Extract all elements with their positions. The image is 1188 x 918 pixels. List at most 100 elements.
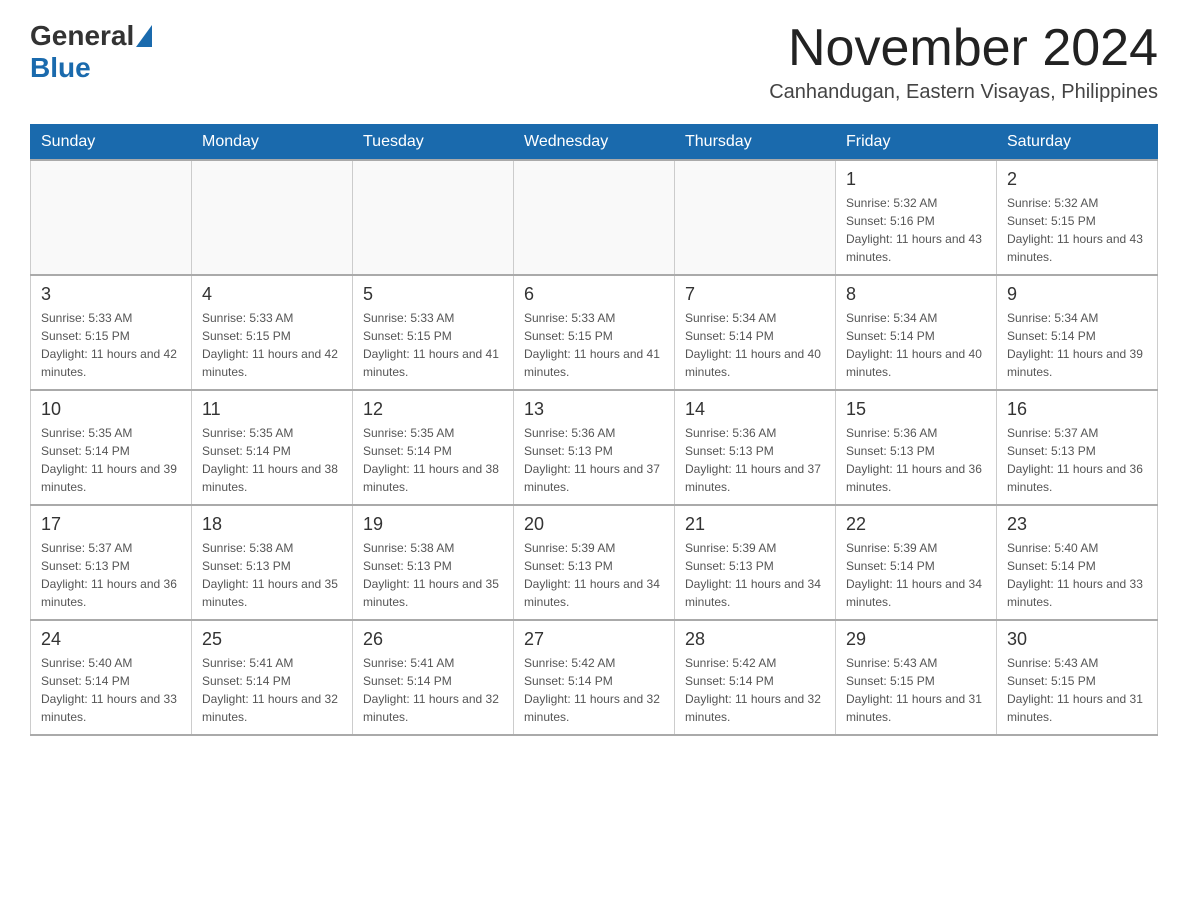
calendar-cell: 21 Sunrise: 5:39 AMSunset: 5:13 PMDayligh…	[675, 505, 836, 620]
calendar-cell	[675, 160, 836, 275]
calendar-cell: 29 Sunrise: 5:43 AMSunset: 5:15 PMDayligh…	[836, 620, 997, 735]
calendar-cell: 25Sunrise: 5:41 AMSunset: 5:14 PMDayligh…	[192, 620, 353, 735]
day-number: 22	[846, 514, 986, 535]
day-number: 13	[524, 399, 664, 420]
logo: General Blue	[30, 20, 154, 84]
calendar-cell: 17 Sunrise: 5:37 AMSunset: 5:13 PMDayligh…	[31, 505, 192, 620]
calendar-cell: 13 Sunrise: 5:36 AMSunset: 5:13 PMDayligh…	[514, 390, 675, 505]
day-number: 21	[685, 514, 825, 535]
day-info: Sunrise: 5:39 AMSunset: 5:13 PMDaylight:…	[685, 539, 825, 611]
calendar-week-row: 1 Sunrise: 5:32 AMSunset: 5:16 PMDaylight…	[31, 160, 1158, 275]
day-info: Sunrise: 5:38 AMSunset: 5:13 PMDaylight:…	[363, 539, 503, 611]
calendar-cell: 15Sunrise: 5:36 AMSunset: 5:13 PMDayligh…	[836, 390, 997, 505]
day-info: Sunrise: 5:34 AMSunset: 5:14 PMDaylight:…	[685, 309, 825, 381]
calendar-week-row: 24 Sunrise: 5:40 AMSunset: 5:14 PMDayligh…	[31, 620, 1158, 735]
calendar-cell: 14 Sunrise: 5:36 AMSunset: 5:13 PMDayligh…	[675, 390, 836, 505]
logo-blue-text: Blue	[30, 52, 91, 84]
day-info: Sunrise: 5:36 AMSunset: 5:13 PMDaylight:…	[685, 424, 825, 496]
day-info: Sunrise: 5:33 AMSunset: 5:15 PMDaylight:…	[41, 309, 181, 381]
day-info: Sunrise: 5:38 AMSunset: 5:13 PMDaylight:…	[202, 539, 342, 611]
day-number: 17	[41, 514, 181, 535]
calendar-cell	[353, 160, 514, 275]
calendar-header-wednesday: Wednesday	[514, 125, 675, 161]
calendar-table: SundayMondayTuesdayWednesdayThursdayFrid…	[30, 124, 1158, 736]
day-number: 3	[41, 284, 181, 305]
calendar-header-monday: Monday	[192, 125, 353, 161]
day-number: 20	[524, 514, 664, 535]
calendar-cell: 9 Sunrise: 5:34 AMSunset: 5:14 PMDaylight…	[997, 275, 1158, 390]
calendar-cell: 20 Sunrise: 5:39 AMSunset: 5:13 PMDayligh…	[514, 505, 675, 620]
day-info: Sunrise: 5:35 AMSunset: 5:14 PMDaylight:…	[41, 424, 181, 496]
day-info: Sunrise: 5:36 AMSunset: 5:13 PMDaylight:…	[524, 424, 664, 496]
calendar-cell: 18 Sunrise: 5:38 AMSunset: 5:13 PMDayligh…	[192, 505, 353, 620]
day-number: 27	[524, 629, 664, 650]
day-number: 7	[685, 284, 825, 305]
day-number: 16	[1007, 399, 1147, 420]
day-number: 24	[41, 629, 181, 650]
calendar-week-row: 3 Sunrise: 5:33 AMSunset: 5:15 PMDaylight…	[31, 275, 1158, 390]
calendar-header-row: SundayMondayTuesdayWednesdayThursdayFrid…	[31, 125, 1158, 161]
day-number: 29	[846, 629, 986, 650]
logo-general-text: General	[30, 20, 134, 52]
month-title: November 2024	[769, 20, 1158, 77]
day-info: Sunrise: 5:34 AMSunset: 5:14 PMDaylight:…	[846, 309, 986, 381]
calendar-header-saturday: Saturday	[997, 125, 1158, 161]
day-info: Sunrise: 5:35 AMSunset: 5:14 PMDaylight:…	[202, 424, 342, 496]
calendar-cell: 27Sunrise: 5:42 AMSunset: 5:14 PMDayligh…	[514, 620, 675, 735]
day-info: Sunrise: 5:37 AMSunset: 5:13 PMDaylight:…	[1007, 424, 1147, 496]
day-info: Sunrise: 5:33 AMSunset: 5:15 PMDaylight:…	[202, 309, 342, 381]
day-number: 8	[846, 284, 986, 305]
calendar-cell: 23Sunrise: 5:40 AMSunset: 5:14 PMDayligh…	[997, 505, 1158, 620]
calendar-cell: 8 Sunrise: 5:34 AMSunset: 5:14 PMDaylight…	[836, 275, 997, 390]
day-info: Sunrise: 5:42 AMSunset: 5:14 PMDaylight:…	[685, 654, 825, 726]
calendar-cell: 10Sunrise: 5:35 AMSunset: 5:14 PMDayligh…	[31, 390, 192, 505]
logo-triangle-icon	[136, 25, 152, 47]
calendar-cell: 2Sunrise: 5:32 AMSunset: 5:15 PMDaylight…	[997, 160, 1158, 275]
calendar-cell: 30Sunrise: 5:43 AMSunset: 5:15 PMDayligh…	[997, 620, 1158, 735]
calendar-cell: 11 Sunrise: 5:35 AMSunset: 5:14 PMDayligh…	[192, 390, 353, 505]
day-number: 15	[846, 399, 986, 420]
day-info: Sunrise: 5:32 AMSunset: 5:16 PMDaylight:…	[846, 194, 986, 266]
day-number: 12	[363, 399, 503, 420]
calendar-cell: 28Sunrise: 5:42 AMSunset: 5:14 PMDayligh…	[675, 620, 836, 735]
day-number: 1	[846, 169, 986, 190]
day-info: Sunrise: 5:39 AMSunset: 5:13 PMDaylight:…	[524, 539, 664, 611]
calendar-cell: 7 Sunrise: 5:34 AMSunset: 5:14 PMDaylight…	[675, 275, 836, 390]
day-info: Sunrise: 5:33 AMSunset: 5:15 PMDaylight:…	[524, 309, 664, 381]
day-info: Sunrise: 5:41 AMSunset: 5:14 PMDaylight:…	[202, 654, 342, 726]
day-info: Sunrise: 5:37 AMSunset: 5:13 PMDaylight:…	[41, 539, 181, 611]
calendar-header-sunday: Sunday	[31, 125, 192, 161]
day-number: 26	[363, 629, 503, 650]
day-number: 9	[1007, 284, 1147, 305]
calendar-header-thursday: Thursday	[675, 125, 836, 161]
day-info: Sunrise: 5:41 AMSunset: 5:14 PMDaylight:…	[363, 654, 503, 726]
day-info: Sunrise: 5:43 AMSunset: 5:15 PMDaylight:…	[846, 654, 986, 726]
title-area: November 2024 Canhandugan, Eastern Visay…	[769, 20, 1158, 104]
calendar-cell: 1 Sunrise: 5:32 AMSunset: 5:16 PMDaylight…	[836, 160, 997, 275]
day-number: 19	[363, 514, 503, 535]
day-info: Sunrise: 5:43 AMSunset: 5:15 PMDaylight:…	[1007, 654, 1147, 726]
calendar-cell: 12Sunrise: 5:35 AMSunset: 5:14 PMDayligh…	[353, 390, 514, 505]
day-number: 14	[685, 399, 825, 420]
day-info: Sunrise: 5:33 AMSunset: 5:15 PMDaylight:…	[363, 309, 503, 381]
calendar-cell: 22 Sunrise: 5:39 AMSunset: 5:14 PMDayligh…	[836, 505, 997, 620]
day-number: 11	[202, 399, 342, 420]
day-info: Sunrise: 5:40 AMSunset: 5:14 PMDaylight:…	[41, 654, 181, 726]
calendar-cell: 16 Sunrise: 5:37 AMSunset: 5:13 PMDayligh…	[997, 390, 1158, 505]
calendar-header-tuesday: Tuesday	[353, 125, 514, 161]
day-info: Sunrise: 5:39 AMSunset: 5:14 PMDaylight:…	[846, 539, 986, 611]
page-header: General Blue November 2024 Canhandugan, …	[30, 20, 1158, 104]
calendar-cell: 19 Sunrise: 5:38 AMSunset: 5:13 PMDayligh…	[353, 505, 514, 620]
day-info: Sunrise: 5:32 AMSunset: 5:15 PMDaylight:…	[1007, 194, 1147, 266]
calendar-week-row: 10Sunrise: 5:35 AMSunset: 5:14 PMDayligh…	[31, 390, 1158, 505]
day-info: Sunrise: 5:40 AMSunset: 5:14 PMDaylight:…	[1007, 539, 1147, 611]
calendar-header-friday: Friday	[836, 125, 997, 161]
calendar-cell: 4Sunrise: 5:33 AMSunset: 5:15 PMDaylight…	[192, 275, 353, 390]
day-info: Sunrise: 5:34 AMSunset: 5:14 PMDaylight:…	[1007, 309, 1147, 381]
day-number: 18	[202, 514, 342, 535]
calendar-cell	[192, 160, 353, 275]
calendar-cell	[514, 160, 675, 275]
day-number: 5	[363, 284, 503, 305]
location-title: Canhandugan, Eastern Visayas, Philippine…	[769, 81, 1158, 104]
calendar-cell: 5 Sunrise: 5:33 AMSunset: 5:15 PMDaylight…	[353, 275, 514, 390]
